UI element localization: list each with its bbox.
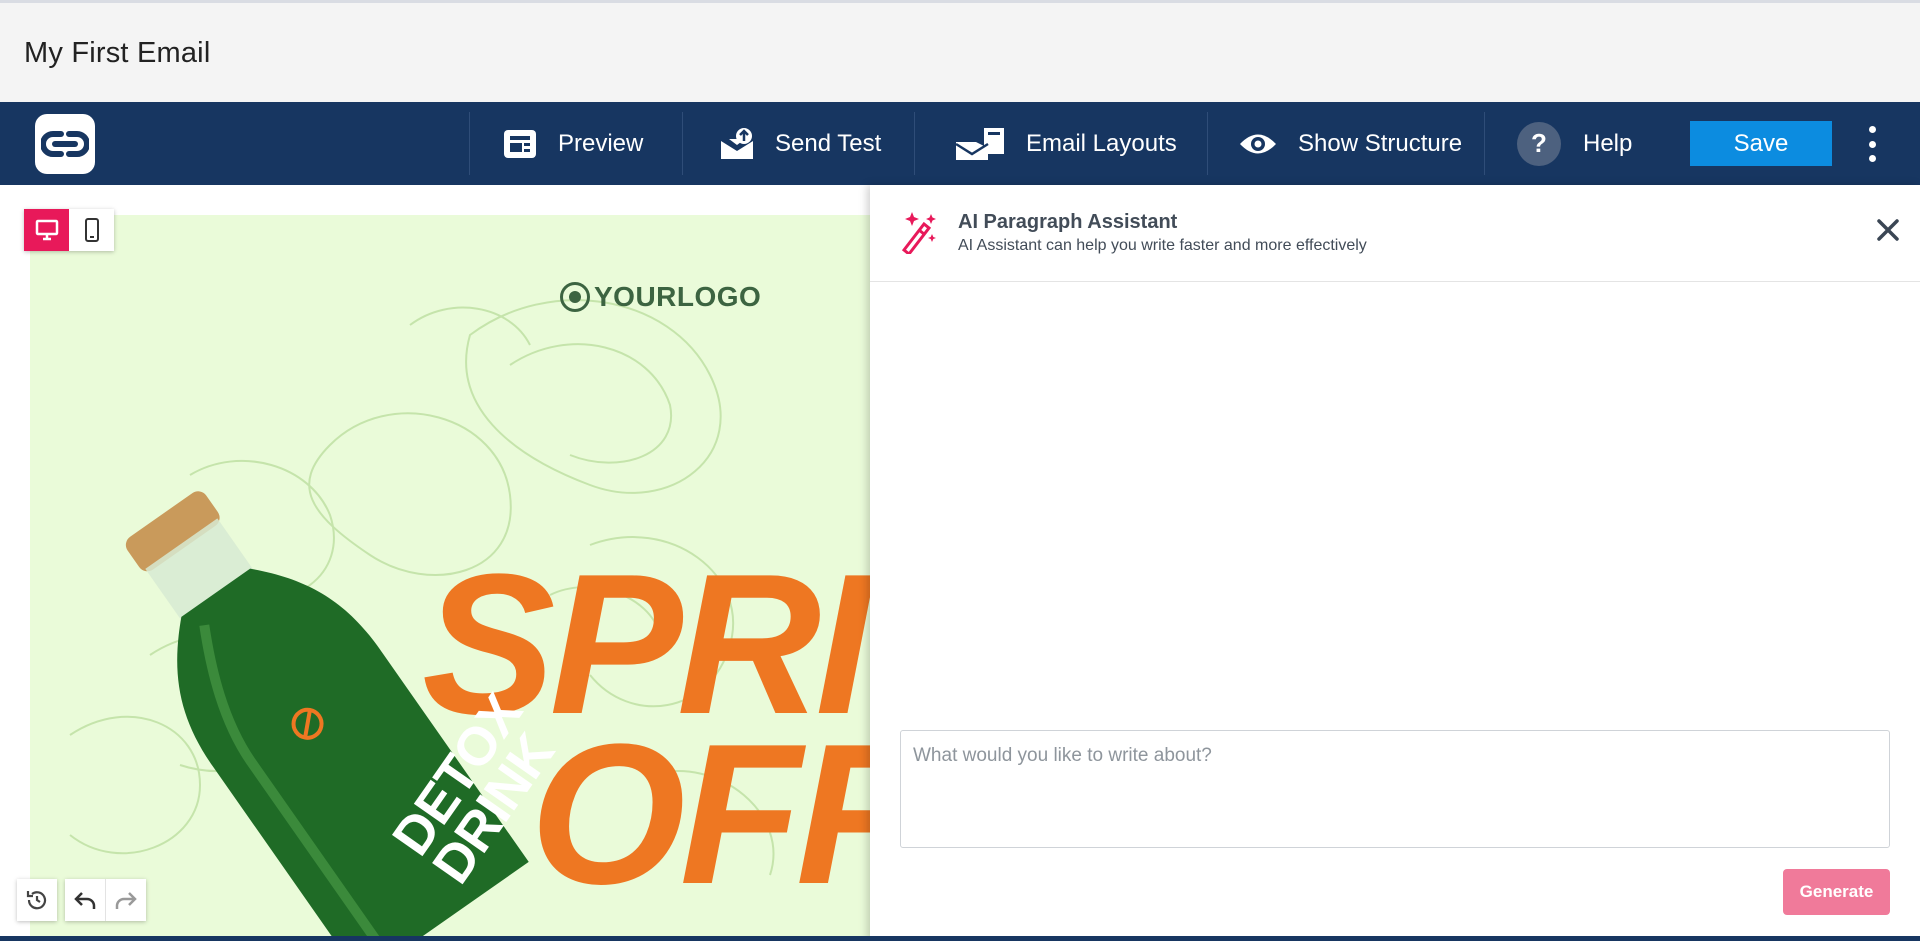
link-logo-icon [41,131,89,157]
generate-button[interactable]: Generate [1783,869,1890,915]
help-button[interactable]: ? Help [1517,102,1632,185]
send-test-button[interactable]: Send Test [719,102,881,185]
ai-assistant-panel: AI Paragraph Assistant AI Assistant can … [870,185,1920,941]
device-toggle [24,209,114,251]
preview-button[interactable]: Preview [502,102,643,185]
redo-icon [115,892,137,909]
preview-icon [502,128,538,160]
help-label: Help [1583,129,1633,157]
desktop-icon [35,219,58,241]
history-button[interactable] [17,879,57,921]
preview-label: Preview [558,129,644,157]
undo-button[interactable] [65,879,105,921]
send-mail-icon [719,127,755,161]
undo-icon [74,892,96,909]
toolbar-divider [1207,112,1208,175]
email-canvas: YOURLOGO SPRI OFF DETOX DRINK [0,185,870,941]
toolbar-divider [469,112,470,175]
help-icon: ? [1517,121,1561,166]
mobile-icon [84,218,99,242]
app-logo[interactable] [35,114,95,174]
history-tools [17,879,146,921]
email-title: My First Email [24,37,211,69]
bottom-border [0,936,1920,941]
ai-prompt-input[interactable] [900,730,1890,848]
send-test-label: Send Test [775,129,882,157]
email-layouts-label: Email Layouts [1026,129,1177,157]
toolbar-divider [914,112,915,175]
toolbar-divider [682,112,683,175]
more-options-icon[interactable] [1862,122,1882,166]
ai-panel-subtitle: AI Assistant can help you write faster a… [958,237,1367,254]
desktop-view-button[interactable] [24,209,69,251]
eye-icon [1238,131,1278,157]
title-bar: My First Email [0,0,1920,102]
close-icon[interactable] [1875,217,1901,248]
ai-panel-header: AI Paragraph Assistant AI Assistant can … [870,185,1920,282]
toolbar-divider [1484,112,1485,175]
editor-toolbar: Preview Send Test Email Layouts Show Str… [0,102,1920,185]
email-layouts-button[interactable]: Email Layouts [954,102,1177,185]
email-preview[interactable]: YOURLOGO SPRI OFF DETOX DRINK [30,215,870,941]
redo-button[interactable] [105,879,146,921]
ai-panel-title: AI Paragraph Assistant [958,211,1178,233]
save-button[interactable]: Save [1690,121,1832,166]
magic-wand-icon [898,210,938,259]
show-structure-button[interactable]: Show Structure [1238,102,1462,185]
show-structure-label: Show Structure [1298,129,1463,157]
mobile-view-button[interactable] [69,209,114,251]
history-icon [26,891,47,910]
email-layouts-icon [954,126,1006,162]
